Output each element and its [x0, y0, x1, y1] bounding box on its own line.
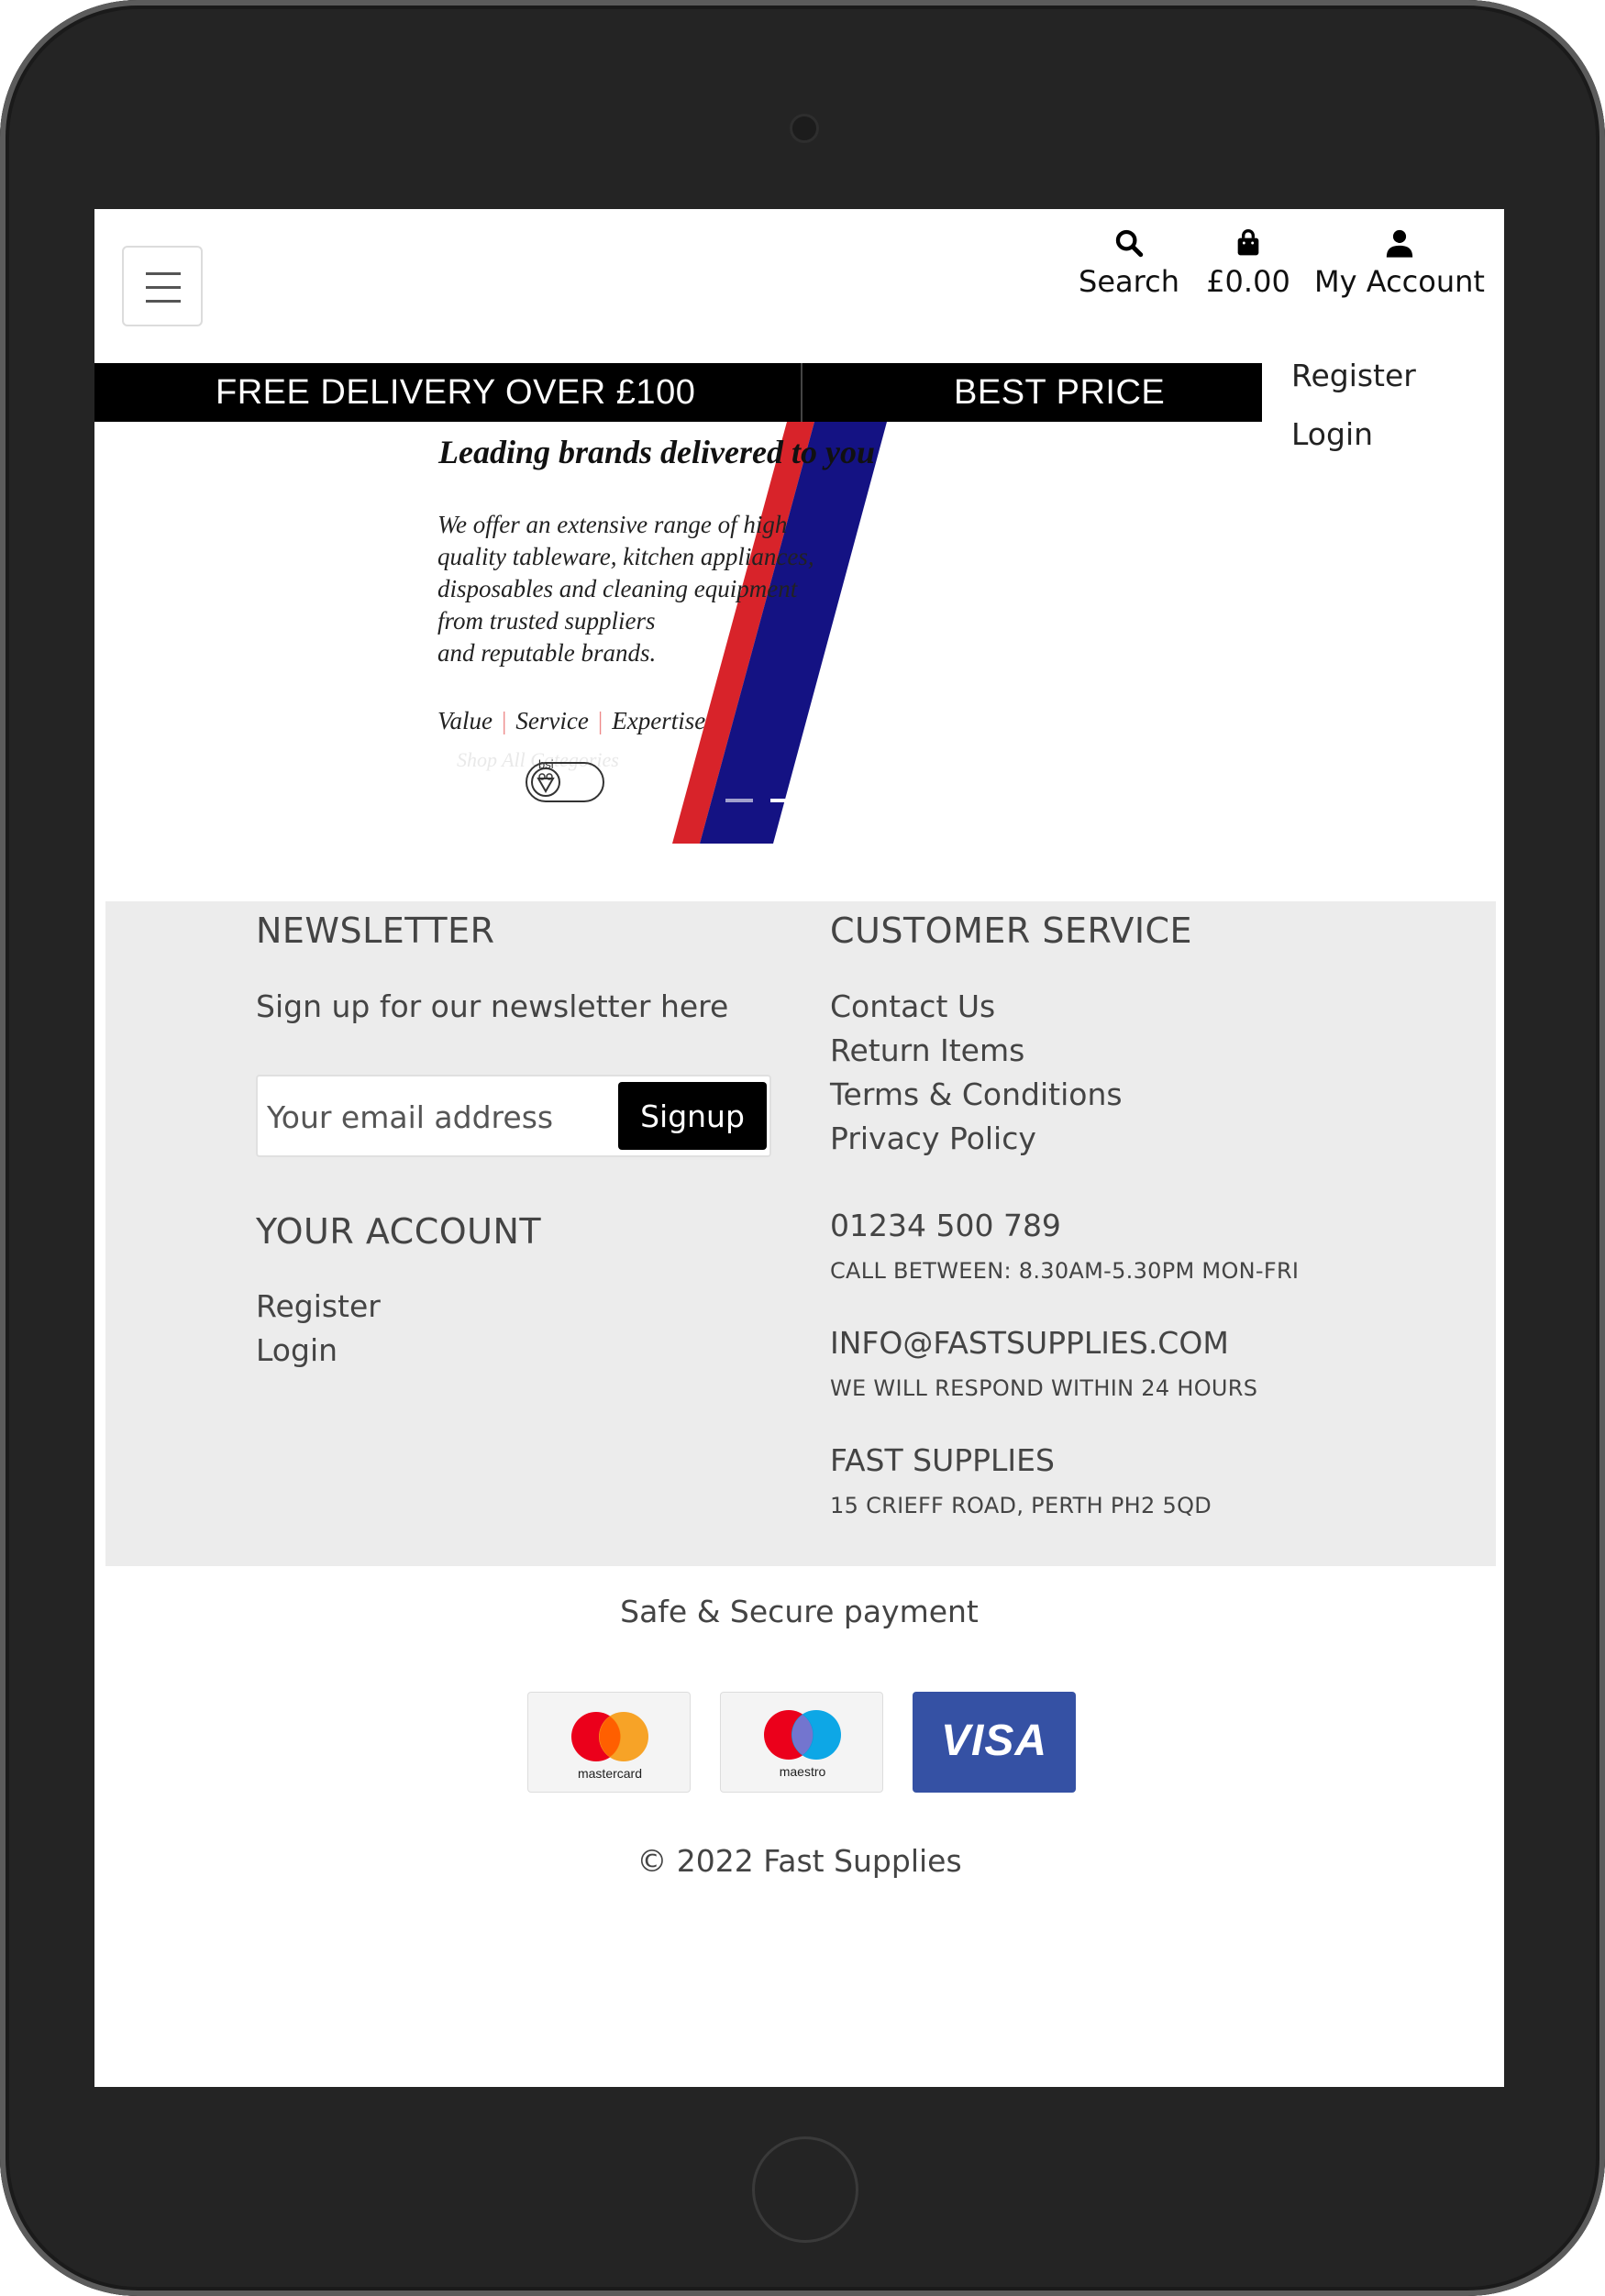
visa-icon: VISA — [913, 1692, 1076, 1793]
promo-message: BEST PRICE GUARA — [954, 373, 1166, 412]
footer-panel: NEWSLETTER Sign up for our newsletter he… — [105, 901, 1496, 1566]
search-icon — [1115, 229, 1144, 258]
value-word: Expertise — [612, 707, 706, 734]
bsi-badge-icon — [526, 762, 604, 802]
search-label: Search — [1079, 264, 1179, 299]
my-account-label: My Account — [1314, 264, 1485, 299]
slide-dot-active[interactable] — [770, 799, 826, 802]
menu-line — [146, 272, 181, 275]
banner-divider — [801, 363, 802, 422]
mastercard-icon: mastercard — [527, 1692, 691, 1793]
email-input[interactable] — [265, 1084, 615, 1150]
card-label: mastercard — [577, 1766, 643, 1781]
card-label: maestro — [779, 1764, 826, 1779]
menu-toggle-button[interactable] — [122, 246, 203, 326]
card-label: VISA — [940, 1716, 1048, 1765]
contact-us-link[interactable]: Contact Us — [830, 988, 995, 1024]
dropdown-register-link[interactable]: Register — [1291, 347, 1504, 405]
value-divider: | — [502, 707, 507, 734]
search-button[interactable]: Search — [1069, 227, 1189, 299]
hero-values: Value | Service | Expertise — [437, 707, 705, 735]
company-address: 15 CRIEFF ROAD, PERTH PH2 5QD — [830, 1493, 1212, 1518]
hero-line: disposables and cleaning equipment — [437, 575, 798, 602]
terms-link[interactable]: Terms & Conditions — [830, 1076, 1123, 1112]
value-word: Value — [437, 707, 493, 734]
phone-hours: CALL BETWEEN: 8.30AM-5.30PM MON-FRI — [830, 1258, 1300, 1284]
company-name: FAST SUPPLIES — [830, 1442, 1055, 1478]
shopping-bag-icon — [1237, 229, 1259, 256]
your-account-heading: YOUR ACCOUNT — [256, 1211, 542, 1252]
newsletter-heading: NEWSLETTER — [256, 911, 495, 951]
signup-button[interactable]: Signup — [618, 1082, 767, 1150]
camera-icon — [790, 114, 819, 143]
hero-description: We offer an extensive range of high qual… — [437, 509, 859, 669]
promo-banner: FREE DELIVERY OVER £100 BEST PRICE GUARA — [94, 363, 1287, 422]
slide-dot[interactable] — [725, 799, 753, 802]
newsletter-text: Sign up for our newsletter here — [256, 988, 729, 1024]
footer-register-link[interactable]: Register — [256, 1288, 381, 1324]
phone-number[interactable]: 01234 500 789 — [830, 1208, 1061, 1243]
cart-button[interactable]: £0.00 — [1200, 227, 1297, 299]
dropdown-login-link[interactable]: Login — [1291, 405, 1504, 464]
account-dropdown: Register Login — [1262, 347, 1504, 484]
copyright: © 2022 Fast Supplies — [636, 1843, 962, 1879]
user-icon — [1386, 229, 1413, 258]
slider-indicators — [725, 789, 838, 806]
maestro-icon: maestro — [720, 1692, 883, 1793]
hero-line: We offer an extensive range of high — [437, 511, 788, 538]
cart-total: £0.00 — [1206, 264, 1290, 299]
privacy-policy-link[interactable]: Privacy Policy — [830, 1120, 1036, 1156]
bsi-badge-text: bsi — [538, 757, 554, 771]
email-note: WE WILL RESPOND WITHIN 24 HOURS — [830, 1375, 1258, 1401]
customer-service-heading: CUSTOMER SERVICE — [830, 911, 1193, 951]
screen: Search £0.00 My Account FREE DELIVERY OV… — [94, 209, 1504, 2087]
promo-message: FREE DELIVERY OVER £100 — [216, 373, 696, 412]
value-word: Service — [515, 707, 589, 734]
hero-line: from trusted suppliers — [437, 607, 656, 635]
home-button[interactable] — [752, 2136, 858, 2243]
hero-title: Leading brands delivered to you — [438, 434, 875, 470]
email-link[interactable]: INFO@FASTSUPPLIES.COM — [830, 1325, 1229, 1361]
value-divider: | — [597, 707, 603, 734]
hero-line: and reputable brands. — [437, 639, 657, 667]
my-account-button[interactable]: My Account — [1308, 227, 1491, 299]
menu-line — [146, 286, 181, 289]
newsletter-form: Signup — [256, 1075, 771, 1157]
payment-title: Safe & Secure payment — [620, 1594, 979, 1629]
menu-line — [146, 300, 181, 303]
return-items-link[interactable]: Return Items — [830, 1032, 1024, 1068]
hero-line: quality tableware, kitchen appliances, — [437, 543, 814, 570]
footer-login-link[interactable]: Login — [256, 1332, 338, 1368]
